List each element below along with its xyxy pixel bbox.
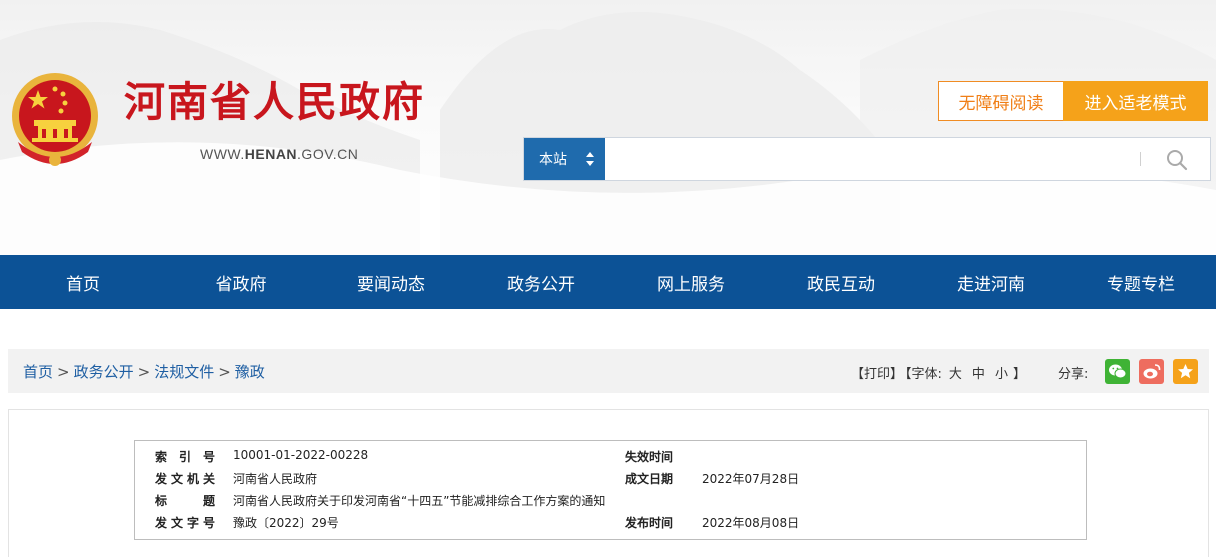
elder-mode-button[interactable]: 进入适老模式: [1063, 81, 1208, 121]
nav-item-provincial-government[interactable]: 省政府: [166, 255, 316, 309]
article-content: 索 引 号 10001-01-2022-00228 失效时间 发文机关 河南省人…: [8, 409, 1209, 557]
search-input[interactable]: [606, 138, 1136, 180]
up-down-arrow-icon: [586, 152, 594, 166]
index-label: 索 引 号: [155, 450, 215, 464]
published-date-value: 2022年08月08日: [702, 516, 800, 530]
font-size-label: 【字体:: [905, 367, 942, 382]
meta-row: 索 引 号 10001-01-2022-00228 失效时间: [135, 448, 1086, 470]
font-size-medium[interactable]: 中: [972, 367, 985, 382]
nav-item-about-henan[interactable]: 走进河南: [916, 255, 1066, 309]
meta-row: 发文字号 豫政〔2022〕29号 发布时间 2022年08月08日: [135, 514, 1086, 536]
nav-item-news[interactable]: 要闻动态: [316, 255, 466, 309]
page-tools: 【打印】 【字体: 大中小】: [851, 363, 1028, 382]
breadcrumb-separator: >: [57, 363, 70, 381]
search-scope-select[interactable]: 本站: [524, 138, 605, 180]
font-size-close: 】: [1012, 367, 1026, 382]
document-metadata-table: 索 引 号 10001-01-2022-00228 失效时间 发文机关 河南省人…: [134, 440, 1087, 540]
font-size-small[interactable]: 小: [995, 367, 1008, 382]
breadcrumb-separator: >: [137, 363, 151, 381]
breadcrumb-regulations[interactable]: 法规文件: [154, 363, 214, 381]
wechat-share-icon[interactable]: [1105, 359, 1130, 384]
main-nav: 首页 省政府 要闻动态 政务公开 网上服务 政民互动 走进河南 专题专栏: [0, 255, 1216, 309]
published-date-label: 发布时间: [625, 516, 674, 530]
weibo-share-icon[interactable]: [1139, 359, 1164, 384]
page: 河南省人民政府 WWW.HENAN.GOV.CN 无障碍阅读 进入适老模式 本站…: [0, 0, 1216, 557]
meta-row: 标 题 河南省人民政府关于印发河南省“十四五”节能减排综合工作方案的通知: [135, 492, 1086, 514]
site-name: 河南省人民政府: [124, 78, 425, 126]
document-number-value: 豫政〔2022〕29号: [233, 516, 339, 530]
created-date-label: 成文日期: [625, 472, 674, 486]
nav-item-home[interactable]: 首页: [0, 255, 166, 309]
nav-item-online-services[interactable]: 网上服务: [616, 255, 766, 309]
title-label: 标 题: [155, 494, 215, 508]
share-label: 分享:: [1058, 367, 1089, 382]
header: 河南省人民政府 WWW.HENAN.GOV.CN 无障碍阅读 进入适老模式 本站: [0, 0, 1216, 255]
nav-item-special-topics[interactable]: 专题专栏: [1066, 255, 1216, 309]
document-number-label: 发文字号: [155, 516, 215, 530]
expiry-label: 失效时间: [625, 450, 674, 464]
issuer-label: 发文机关: [155, 472, 215, 486]
index-value: 10001-01-2022-00228: [233, 448, 369, 462]
search-bar: 本站: [523, 137, 1211, 181]
print-link[interactable]: 【打印】: [851, 367, 903, 382]
favorite-star-icon[interactable]: [1173, 359, 1198, 384]
breadcrumb: 首页 > 政务公开 > 法规文件 > 豫政: [23, 361, 265, 382]
nav-item-interaction[interactable]: 政民互动: [766, 255, 916, 309]
issuer-value: 河南省人民政府: [233, 472, 318, 486]
accessibility-reading-button[interactable]: 无障碍阅读: [938, 81, 1064, 121]
site-url-domain: HENAN: [244, 146, 298, 162]
nav-item-government-affairs[interactable]: 政务公开: [466, 255, 616, 309]
breadcrumb-bar: 首页 > 政务公开 > 法规文件 > 豫政 【打印】 【字体: 大中小】 分享:: [8, 349, 1209, 393]
site-url-suffix: .GOV.CN: [297, 146, 359, 162]
mountain-background: [0, 9, 1216, 255]
breadcrumb-home[interactable]: 首页: [23, 363, 53, 381]
search-scope-label: 本站: [539, 152, 567, 168]
breadcrumb-yuzheng[interactable]: 豫政: [235, 363, 265, 381]
site-url: WWW.HENAN.GOV.CN: [200, 146, 358, 162]
site-url-prefix: WWW.: [200, 146, 245, 162]
created-date-value: 2022年07月28日: [702, 472, 800, 486]
breadcrumb-separator: >: [218, 363, 231, 381]
meta-row: 发文机关 河南省人民政府 成文日期 2022年07月28日: [135, 470, 1086, 492]
font-size-large[interactable]: 大: [949, 367, 962, 382]
national-emblem-icon: [12, 73, 98, 166]
search-divider: [1140, 152, 1141, 166]
search-icon[interactable]: [1164, 147, 1190, 173]
title-value: 河南省人民政府关于印发河南省“十四五”节能减排综合工作方案的通知: [233, 494, 606, 508]
breadcrumb-government-affairs[interactable]: 政务公开: [74, 363, 134, 381]
